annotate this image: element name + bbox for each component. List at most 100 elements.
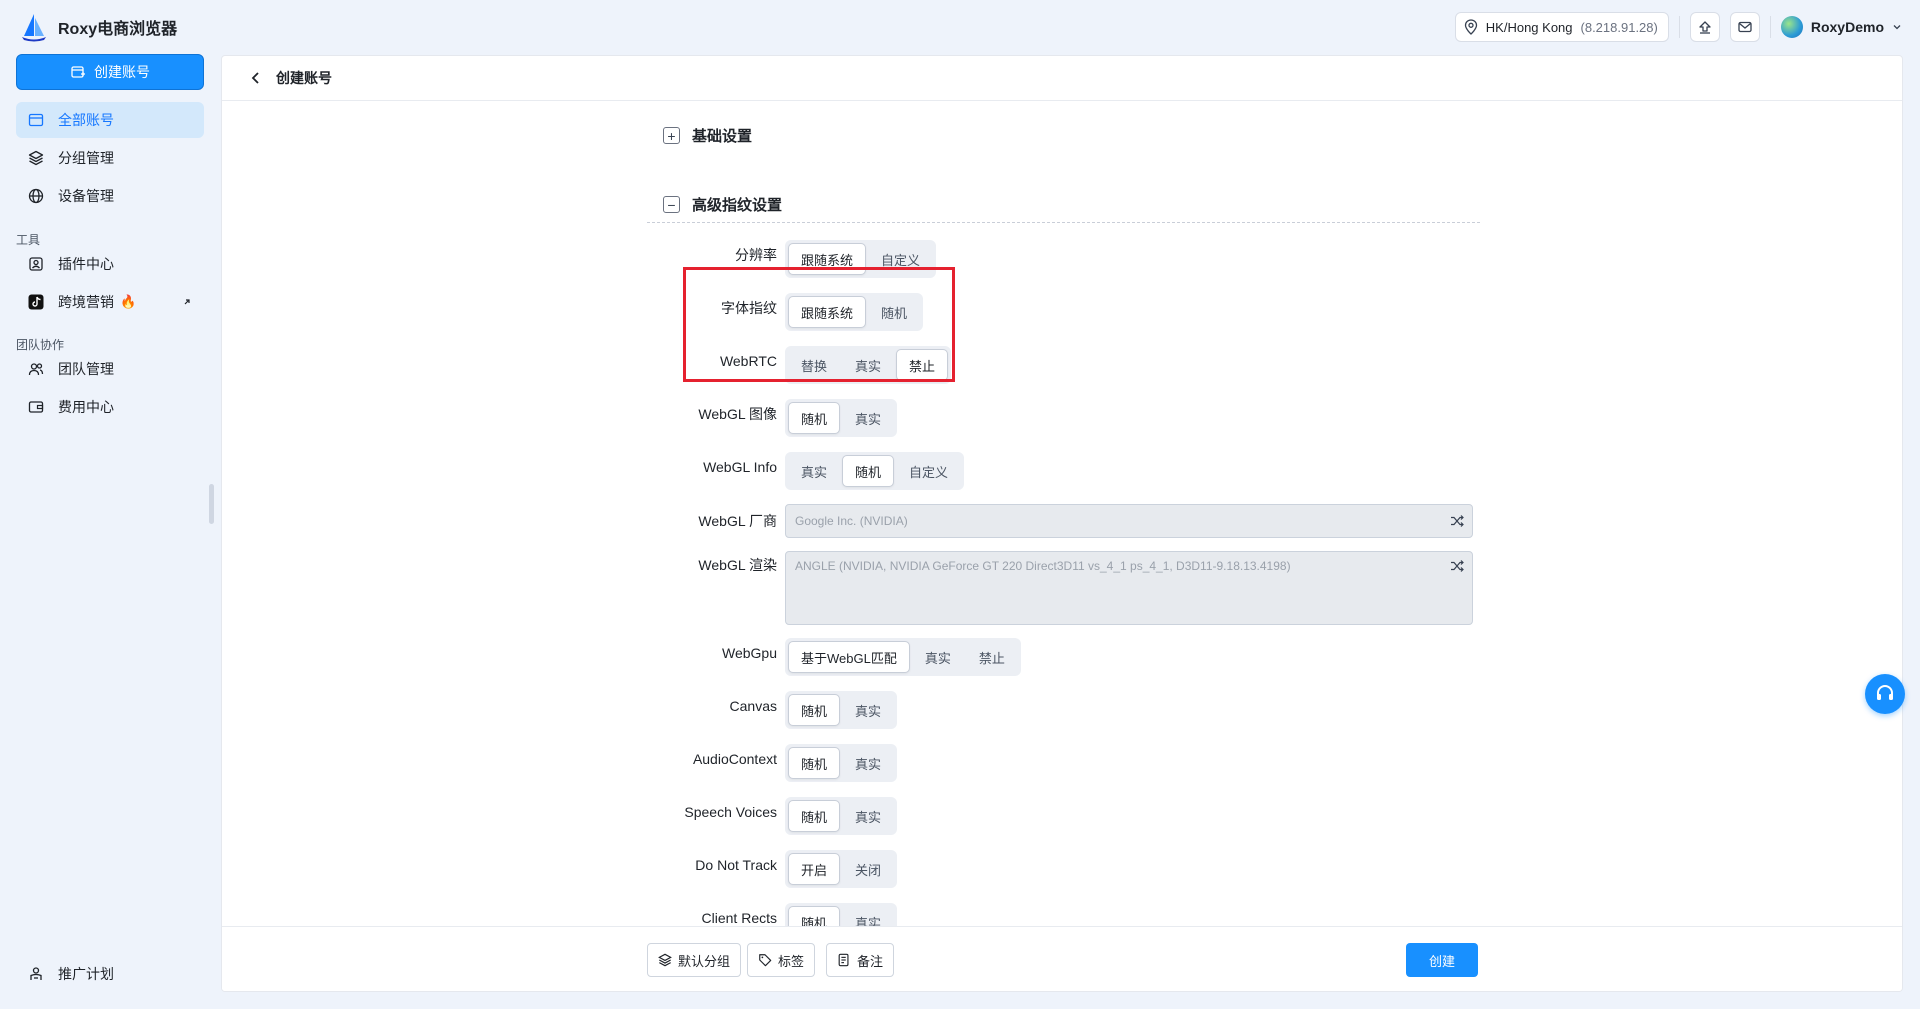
field-label: Speech Voices xyxy=(684,804,777,820)
add-account-icon xyxy=(71,66,85,78)
sidebar-item-devices[interactable]: 设备管理 xyxy=(16,178,204,214)
note-button[interactable]: 备注 xyxy=(826,943,895,977)
segment-option[interactable]: 真实 xyxy=(788,455,840,487)
segment-option[interactable]: 禁止 xyxy=(966,641,1018,673)
sidebar-item-label: 全部账号 xyxy=(58,112,114,128)
sidebar-item-label: 团队管理 xyxy=(58,361,114,377)
page-header: 创建账号 xyxy=(222,56,1902,101)
segment-option[interactable]: 真实 xyxy=(842,747,894,779)
page-title: 创建账号 xyxy=(276,70,332,86)
tag-button[interactable]: 标签 xyxy=(747,943,816,977)
upload-button[interactable] xyxy=(1689,12,1720,42)
segment-option[interactable]: 基于WebGL匹配 xyxy=(788,641,910,673)
shuffle-icon[interactable] xyxy=(1450,559,1464,573)
message-button[interactable] xyxy=(1729,12,1760,42)
users-icon xyxy=(28,363,44,376)
canvas-segmented-control: 随机 真实 xyxy=(785,691,898,729)
divider xyxy=(1678,16,1680,38)
segment-option[interactable]: 随机 xyxy=(788,402,841,434)
webgl-renderer-input[interactable]: ANGLE (NVIDIA, NVIDIA GeForce GT 220 Dir… xyxy=(785,551,1473,625)
avatar xyxy=(1780,16,1803,38)
webgl-info-segmented-control: 真实 随机 自定义 xyxy=(785,452,965,490)
sidebar-resize-handle[interactable] xyxy=(209,484,214,524)
default-group-button[interactable]: 默认分组 xyxy=(647,943,742,977)
collapse-icon: − xyxy=(663,196,680,213)
field-label: Canvas xyxy=(729,698,777,714)
headset-icon xyxy=(1877,685,1893,700)
highlight-box xyxy=(683,267,955,382)
basic-settings-header[interactable]: + 基础设置 xyxy=(663,125,752,146)
webgpu-segmented-control: 基于WebGL匹配 真实 禁止 xyxy=(785,638,1021,676)
proxy-location[interactable]: HK/Hong Kong (8.218.91.28) xyxy=(1454,12,1669,42)
ip-location: HK/Hong Kong xyxy=(1485,19,1573,35)
segment-option[interactable]: 真实 xyxy=(912,641,964,673)
sidebar-item-label: 跨境营销 xyxy=(58,294,114,310)
advanced-settings-header[interactable]: − 高级指纹设置 xyxy=(663,194,782,215)
shuffle-icon[interactable] xyxy=(1450,514,1464,528)
field-label: WebGL 图像 xyxy=(698,406,777,422)
field-label: Do Not Track xyxy=(695,857,777,873)
webgl-vendor-input[interactable]: Google Inc. (NVIDIA) xyxy=(785,504,1473,538)
sidebar-item-team[interactable]: 团队管理 xyxy=(16,351,204,387)
do-not-track-segmented-control: 开启 关闭 xyxy=(785,850,898,888)
segment-option[interactable]: 随机 xyxy=(788,800,841,832)
sidebar-item-referral[interactable]: 推广计划 xyxy=(16,956,204,992)
browser-window-icon xyxy=(28,113,44,127)
tag-icon xyxy=(759,954,772,967)
segment-option[interactable]: 真实 xyxy=(842,906,894,927)
webgl-renderer-row: WebGL 渲染 ANGLE (NVIDIA, NVIDIA GeForce G… xyxy=(622,551,1473,625)
footer-bar: 默认分组 标签 备注 创建 xyxy=(222,926,1902,991)
layers-icon xyxy=(28,150,44,166)
field-label: WebGL 厂商 xyxy=(698,513,777,529)
ip-address: (8.218.91.28) xyxy=(1580,19,1658,35)
form-content: + 基础设置 − 高级指纹设置 分辨率 跟随系统 自定义 字体指纹 跟随系统 随机 WebR… xyxy=(222,101,1902,926)
back-arrow-icon[interactable] xyxy=(250,71,262,85)
webgl-image-row: WebGL 图像 随机 真实 xyxy=(622,399,898,437)
client-rects-segmented-control: 随机 真实 xyxy=(785,903,898,927)
webgl-vendor-row: WebGL 厂商 Google Inc. (NVIDIA) xyxy=(622,503,1473,539)
segment-option[interactable]: 真实 xyxy=(842,402,894,434)
user-menu[interactable]: RoxyDemo xyxy=(1780,16,1902,38)
segment-option[interactable]: 随机 xyxy=(842,455,895,487)
audio-context-segmented-control: 随机 真实 xyxy=(785,744,898,782)
tiktok-icon xyxy=(28,294,44,310)
promotion-icon xyxy=(30,967,42,980)
webgl-info-row: WebGL Info 真实 随机 自定义 xyxy=(622,452,965,490)
default-group-label: 默认分组 xyxy=(678,953,731,969)
segment-option[interactable]: 随机 xyxy=(788,747,841,779)
sidebar-item-label: 费用中心 xyxy=(58,399,114,415)
customer-support-button[interactable] xyxy=(1865,674,1905,714)
segment-option[interactable]: 随机 xyxy=(788,906,841,926)
user-name: RoxyDemo xyxy=(1810,19,1884,35)
sidebar-item-marketing[interactable]: 跨境营销 🔥 xyxy=(16,284,204,320)
field-label: 分辨率 xyxy=(735,247,777,263)
segment-option[interactable]: 自定义 xyxy=(896,455,961,487)
segment-option[interactable]: 关闭 xyxy=(842,853,894,885)
hot-fire-icon: 🔥 xyxy=(120,294,137,309)
sidebar-item-label: 分组管理 xyxy=(58,150,114,166)
do-not-track-row: Do Not Track 开启 关闭 xyxy=(622,850,898,888)
brand: Roxy电商浏览器 xyxy=(20,12,177,42)
section-divider xyxy=(647,222,1480,223)
field-label: WebGL 渲染 xyxy=(698,557,777,573)
sidebar-item-label: 推广计划 xyxy=(58,966,114,982)
globe-icon xyxy=(28,188,44,204)
app-name: Roxy电商浏览器 xyxy=(58,21,178,38)
location-pin-icon xyxy=(1464,19,1477,35)
sidebar-item-groups[interactable]: 分组管理 xyxy=(16,140,204,176)
field-label: WebGL Info xyxy=(703,459,777,475)
create-account-label: 创建账号 xyxy=(94,64,150,80)
create-button[interactable]: 创建 xyxy=(1406,943,1478,977)
section-title: 基础设置 xyxy=(692,128,753,145)
segment-option[interactable]: 真实 xyxy=(842,694,894,726)
create-account-button[interactable]: 创建账号 xyxy=(16,54,204,90)
segment-option[interactable]: 开启 xyxy=(788,853,841,885)
speech-voices-row: Speech Voices 随机 真实 xyxy=(622,797,898,835)
main-panel: 创建账号 + 基础设置 − 高级指纹设置 分辨率 跟随系统 自定义 字体指纹 跟随系统随… xyxy=(221,55,1903,992)
segment-option[interactable]: 随机 xyxy=(788,694,841,726)
top-bar: Roxy电商浏览器 HK/Hong Kong (8.218.91.28) Rox… xyxy=(0,0,1920,54)
segment-option[interactable]: 真实 xyxy=(842,800,894,832)
sidebar-item-all-accounts[interactable]: 全部账号 xyxy=(16,102,204,138)
sidebar-item-billing[interactable]: 费用中心 xyxy=(16,389,204,425)
sidebar-item-plugins[interactable]: 插件中心 xyxy=(16,246,204,282)
